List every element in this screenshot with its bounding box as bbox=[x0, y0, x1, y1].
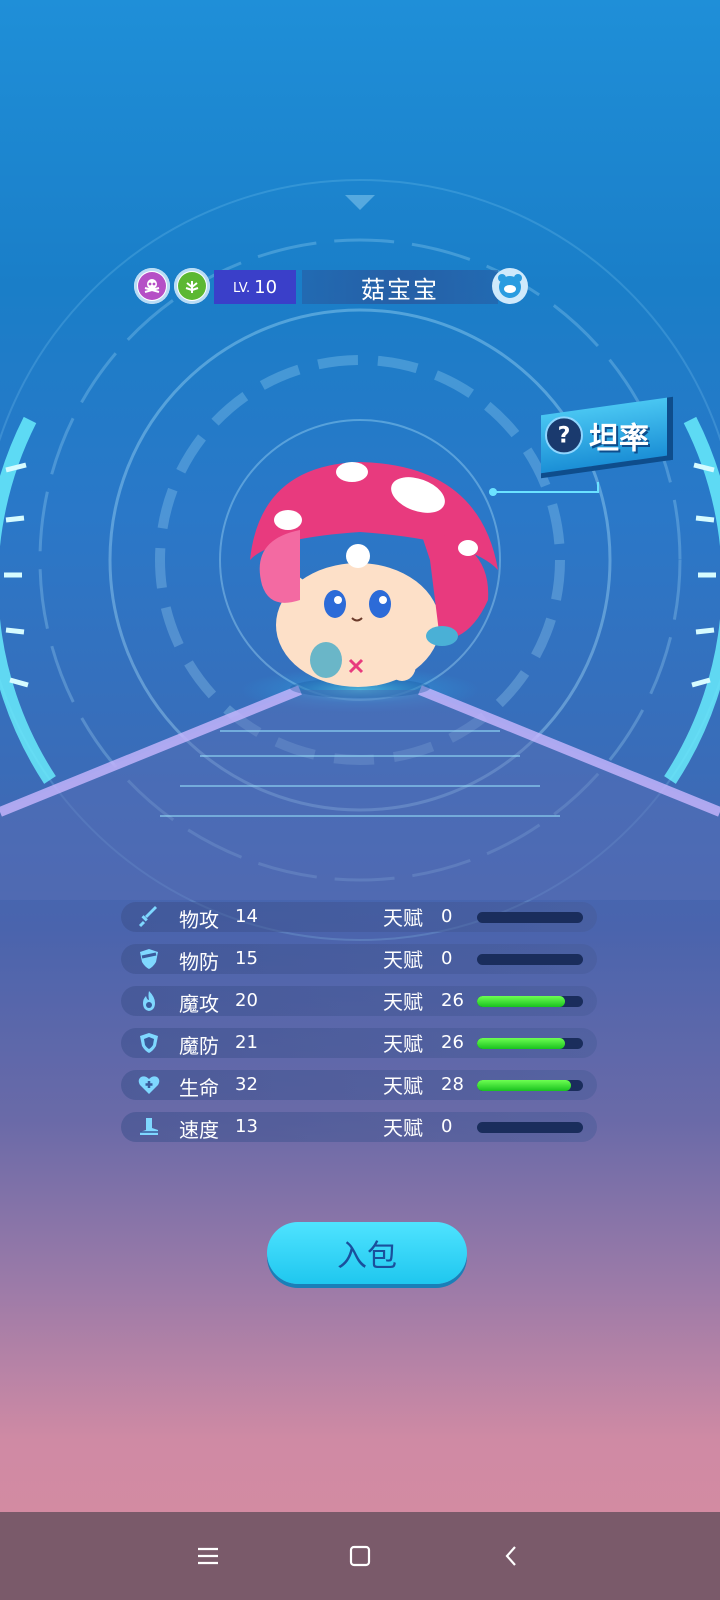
trait-pointer-line-vertical bbox=[597, 482, 599, 493]
talent-label: 天赋 bbox=[383, 948, 423, 972]
stat-name: 魔攻 bbox=[179, 992, 219, 1016]
stat-name: 速度 bbox=[179, 1118, 219, 1142]
stats-panel: 物攻 14 天赋 0 物防 15 天赋 0 魔攻 20 天赋 26 魔防 21 … bbox=[121, 902, 597, 1154]
fire-icon bbox=[143, 991, 155, 1011]
talent-label: 天赋 bbox=[383, 990, 423, 1014]
shield-icon bbox=[140, 949, 158, 969]
talent-value: 0 bbox=[441, 948, 453, 969]
stat-value: 14 bbox=[235, 906, 258, 927]
stat-row-magic-defense: 魔防 21 天赋 26 bbox=[121, 1028, 597, 1058]
skull-icon[interactable] bbox=[134, 268, 170, 304]
talent-bar-fill bbox=[477, 1038, 565, 1049]
menu-icon[interactable] bbox=[188, 1536, 228, 1576]
grass-leaf-icon[interactable] bbox=[174, 268, 210, 304]
boot-icon bbox=[140, 1118, 158, 1135]
stat-name: 物防 bbox=[179, 950, 219, 974]
stat-row-physical-defense: 物防 15 天赋 0 bbox=[121, 944, 597, 974]
stat-value: 15 bbox=[235, 948, 258, 969]
talent-bar bbox=[477, 954, 583, 965]
add-to-bag-button[interactable]: 入包 bbox=[267, 1222, 467, 1284]
talent-bar bbox=[477, 996, 583, 1007]
stat-name: 物攻 bbox=[179, 908, 219, 932]
talent-value: 28 bbox=[441, 1074, 464, 1095]
stat-row-physical-attack: 物攻 14 天赋 0 bbox=[121, 902, 597, 932]
stat-value: 32 bbox=[235, 1074, 258, 1095]
talent-bar-fill bbox=[477, 1080, 572, 1091]
heart-plus-icon bbox=[138, 1076, 160, 1094]
stat-value: 20 bbox=[235, 990, 258, 1011]
stat-name: 生命 bbox=[179, 1076, 219, 1100]
talent-value: 0 bbox=[441, 906, 453, 927]
pet-face-icon[interactable] bbox=[492, 268, 528, 304]
stat-value: 21 bbox=[235, 1032, 258, 1053]
stat-row-health: 生命 32 天赋 28 bbox=[121, 1070, 597, 1100]
creature-name: 菇宝宝 bbox=[302, 270, 498, 304]
stat-value: 13 bbox=[235, 1116, 258, 1137]
level-badge: LV. 10 bbox=[214, 270, 296, 304]
level-prefix: LV. bbox=[232, 281, 251, 296]
talent-bar bbox=[477, 1038, 583, 1049]
sword-icon bbox=[138, 906, 157, 928]
talent-bar-fill bbox=[477, 996, 565, 1007]
question-icon[interactable]: ? bbox=[545, 416, 583, 455]
talent-bar bbox=[477, 1122, 583, 1133]
talent-label: 天赋 bbox=[383, 1116, 423, 1140]
stat-row-speed: 速度 13 天赋 0 bbox=[121, 1112, 597, 1142]
talent-bar bbox=[477, 912, 583, 923]
home-square-icon[interactable] bbox=[340, 1536, 380, 1576]
trait-label: 坦率 bbox=[589, 421, 649, 457]
system-nav-bar bbox=[0, 1512, 720, 1600]
magic-shield-icon bbox=[140, 1033, 158, 1053]
talent-value: 0 bbox=[441, 1116, 453, 1137]
back-chevron-icon[interactable] bbox=[492, 1536, 532, 1576]
talent-label: 天赋 bbox=[383, 1074, 423, 1098]
level-value: 10 bbox=[254, 276, 278, 298]
scene-background bbox=[0, 0, 720, 1512]
talent-label: 天赋 bbox=[383, 906, 423, 930]
stat-name: 魔防 bbox=[179, 1034, 219, 1058]
talent-bar bbox=[477, 1080, 583, 1091]
trait-pointer-line bbox=[489, 488, 599, 496]
mushroom-creature-sprite bbox=[250, 462, 498, 698]
talent-label: 天赋 bbox=[383, 1032, 423, 1056]
creature-header: LV. 10 菇宝宝 bbox=[130, 268, 530, 308]
talent-value: 26 bbox=[441, 1032, 464, 1053]
talent-value: 26 bbox=[441, 990, 464, 1011]
stat-row-magic-attack: 魔攻 20 天赋 26 bbox=[121, 986, 597, 1016]
